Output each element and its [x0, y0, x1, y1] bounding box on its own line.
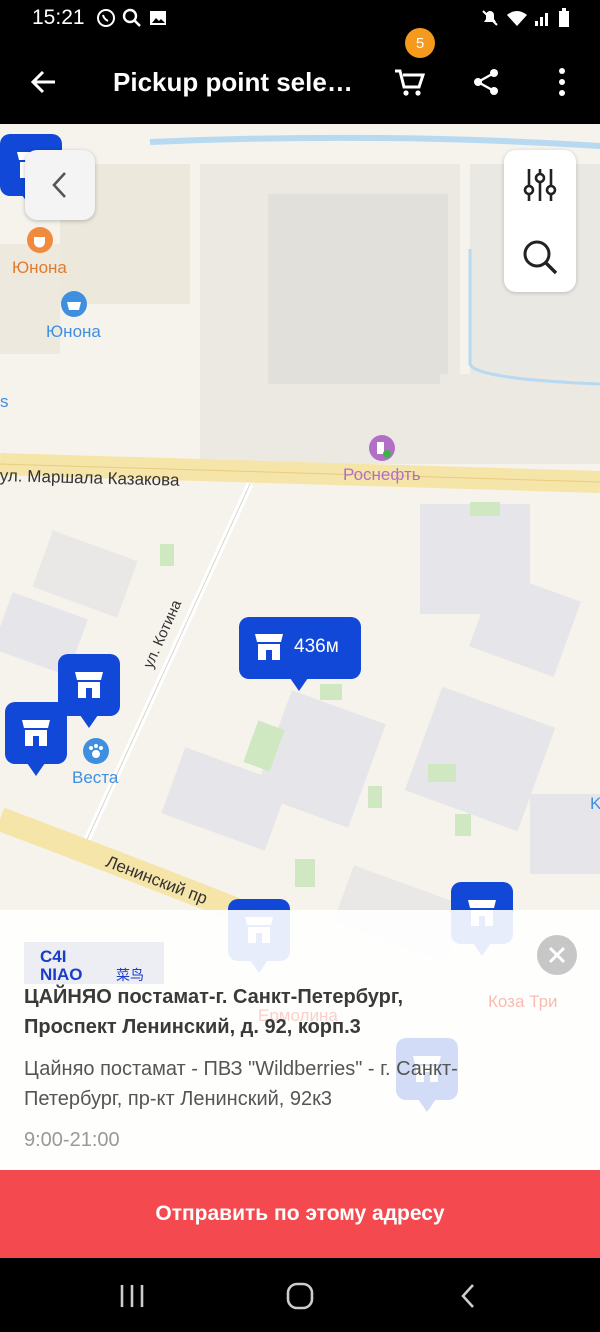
pickup-point-title: ЦАЙНЯО постамат-г. Санкт-Петербург, Прос…: [24, 986, 404, 1038]
back-button[interactable]: [22, 60, 66, 104]
store-icon: [75, 672, 103, 698]
cafe-icon[interactable]: [26, 226, 54, 254]
pin-distance: 436м: [294, 636, 339, 657]
pet-shop-icon[interactable]: [82, 737, 110, 765]
cart-button[interactable]: [388, 60, 432, 104]
wifi-icon: [506, 9, 528, 32]
pickup-point-pin[interactable]: [58, 654, 120, 728]
store-icon: [22, 720, 50, 746]
close-icon: [548, 946, 566, 964]
map-back-button[interactable]: [25, 150, 95, 220]
search-icon: [523, 240, 558, 275]
svg-text:C4I: C4I: [40, 947, 66, 966]
poi-label-yunona-shop: Юнона: [46, 322, 101, 341]
sliders-icon: [523, 169, 557, 201]
battery-icon: [558, 8, 570, 33]
page-title: Pickup point sele…: [113, 67, 353, 97]
poi-label-koza: Коза Три: [488, 992, 558, 1011]
status-bar: 15:21: [0, 0, 600, 38]
signal-icon: [534, 9, 552, 32]
search-icon: [122, 8, 142, 33]
whatsapp-icon: [96, 8, 116, 33]
close-sheet-button[interactable]: [537, 935, 577, 975]
chevron-left-icon: [461, 1284, 474, 1308]
pickup-info-sheet: Коза Три Ермолина C4I NIAO 菜鸟 ЦАЙНЯО поста…: [0, 910, 600, 1170]
pickup-point-pin[interactable]: [5, 702, 67, 776]
logo-mark: C4INIAO 菜鸟: [40, 947, 144, 984]
share-icon: [474, 69, 498, 95]
home-button[interactable]: [280, 1276, 320, 1316]
share-button[interactable]: [464, 60, 508, 104]
more-vertical-icon: [559, 68, 565, 96]
status-time: 15:21: [32, 6, 85, 29]
fuel-station-icon[interactable]: [368, 434, 396, 462]
edge-label-right: K: [590, 794, 600, 813]
recent-apps-button[interactable]: [112, 1276, 152, 1316]
arrow-left-icon: [30, 70, 55, 94]
system-nav-bar: [0, 1258, 600, 1332]
more-options-button[interactable]: [540, 60, 584, 104]
mute-icon: [480, 8, 500, 33]
pickup-point-hours: 9:00-21:00: [24, 1129, 120, 1151]
edge-label-left: s: [0, 392, 9, 411]
image-icon: [148, 8, 168, 33]
cainiao-logo: C4I NIAO 菜鸟: [24, 942, 164, 984]
ship-to-address-button[interactable]: Отправить по этому адресу: [0, 1170, 600, 1258]
poi-label-yunona-cafe: Юнона: [12, 258, 67, 277]
pickup-point-address: Цайняо постамат - ПВЗ "Wildberries" - г.…: [24, 1058, 458, 1110]
poi-label-rosneft: Роснефть: [343, 465, 421, 484]
app-toolbar: Pickup point sele… 5: [0, 28, 600, 124]
selected-pickup-pin[interactable]: 436м: [239, 617, 361, 691]
home-icon: [286, 1282, 314, 1310]
cart-count-badge: 5: [405, 28, 435, 58]
chevron-left-icon: [52, 172, 66, 198]
recent-apps-icon: [120, 1285, 144, 1307]
cart-icon: [395, 69, 426, 96]
map-tools-panel: [504, 150, 576, 292]
poi-label-vesta: Веста: [72, 768, 119, 787]
shop-basket-icon[interactable]: [60, 290, 88, 318]
store-icon: [255, 634, 283, 660]
system-back-button[interactable]: [448, 1276, 488, 1316]
map-search-button[interactable]: [518, 235, 562, 279]
filter-button[interactable]: [518, 163, 562, 207]
